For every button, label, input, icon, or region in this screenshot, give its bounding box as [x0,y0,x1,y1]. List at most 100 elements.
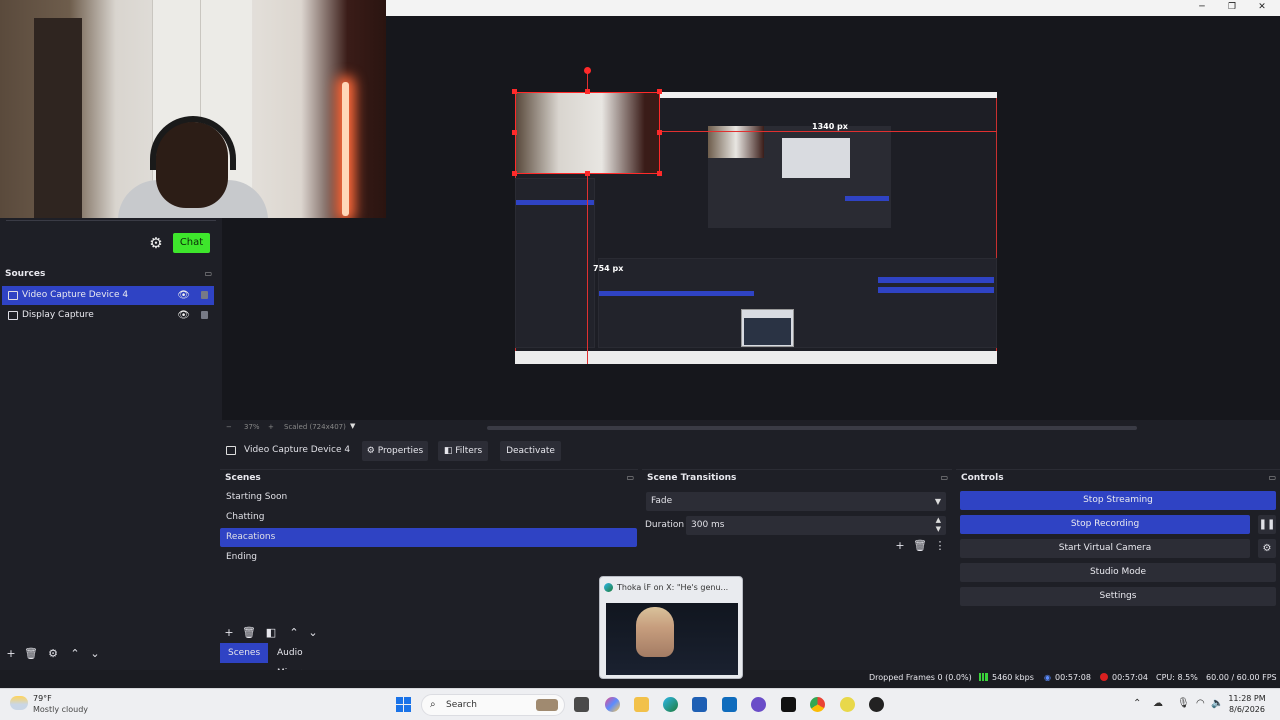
gear-icon[interactable]: ⚙ [1258,539,1276,558]
search-placeholder: Search [446,700,477,710]
task-view-icon[interactable] [574,697,589,712]
start-virtual-camera-button[interactable]: Start Virtual Camera [960,539,1250,558]
copilot-icon[interactable] [605,697,620,712]
scale-label: Scaled (724x407) [284,423,346,431]
store-icon[interactable] [692,697,707,712]
duration-input[interactable]: 300 ms ▲ ▼ [686,516,946,535]
stop-streaming-button[interactable]: Stop Streaming [960,491,1276,510]
norton-icon[interactable] [840,697,855,712]
close-button[interactable]: ✕ [1250,1,1274,14]
move-down-icon[interactable]: ⌄ [88,647,102,661]
visibility-eye-icon[interactable]: 👁 [177,306,190,325]
outlook-icon[interactable] [722,697,737,712]
scene-item-ending[interactable]: Ending [220,548,637,567]
remove-scene-icon[interactable]: 🗑 [242,626,256,640]
windows-start-icon[interactable] [396,697,412,713]
chrome-icon[interactable] [810,697,825,712]
settings-button[interactable]: Settings [960,587,1276,606]
move-down-icon[interactable]: ⌄ [306,626,320,640]
onedrive-icon[interactable]: ☁ [1153,698,1163,709]
move-up-icon[interactable]: ⌃ [68,647,82,661]
window-titlebar: ─ ❐ ✕ [386,0,1280,16]
studio-mode-button[interactable]: Studio Mode [960,563,1276,582]
source-settings-icon[interactable]: ⚙ [46,647,60,661]
weather-description[interactable]: Mostly cloudy [33,705,88,714]
zoom-in-icon[interactable]: + [268,423,274,431]
scene-item-reacations[interactable]: Reacations [220,528,637,547]
zoom-level: 37% [244,423,260,431]
resize-handle-l[interactable] [512,130,517,135]
resize-handle-br[interactable] [657,171,662,176]
source-item-display-capture[interactable]: Display Capture 👁 [2,306,214,325]
terminal-icon[interactable] [781,697,796,712]
resize-handle-bl[interactable] [512,171,517,176]
stop-recording-button[interactable]: Stop Recording [960,515,1250,534]
filter-icon: ◧ [443,446,456,456]
zoom-out-icon[interactable]: − [226,423,232,431]
taskbar-preview-popup[interactable]: Thoka ἱF on X: "He's genu... [599,576,743,679]
add-transition-icon[interactable]: + [893,539,907,553]
microphone-icon[interactable]: 🎙 [1177,698,1190,709]
undock-icon[interactable]: ▭ [940,470,948,486]
webcam-overlay-window[interactable] [0,0,386,218]
scene-filter-icon[interactable]: ◧ [264,626,278,640]
popup-title: Thoka ἱF on X: "He's genu... [604,583,740,592]
transitions-title: Scene Transitions [647,473,737,483]
obs-icon[interactable] [869,697,884,712]
maximize-button[interactable]: ❐ [1220,1,1244,14]
selected-source-bounds[interactable] [515,92,660,174]
minimize-button[interactable]: ─ [1190,1,1214,14]
filters-label: Filters [455,446,483,456]
filters-button[interactable]: ◧ Filters [438,441,488,461]
weather-icon[interactable] [10,696,28,710]
pause-recording-icon[interactable]: ❚❚ [1258,515,1276,534]
resize-handle-tr[interactable] [657,89,662,94]
context-source-name: Video Capture Device 4 [244,445,351,455]
tab-audio-mixer[interactable]: Audio Mixer [269,643,311,678]
resize-handle-tl[interactable] [512,89,517,94]
spinner-icon[interactable]: ▲ ▼ [936,516,941,534]
transition-select[interactable]: Fade ▼ [646,492,946,511]
resize-handle-t[interactable] [585,89,590,94]
resize-handle-r[interactable] [657,130,662,135]
add-scene-icon[interactable]: + [222,626,236,640]
source-context-bar: Video Capture Device 4 ⚙ Properties ◧ Fi… [222,438,1280,464]
scene-item-chatting[interactable]: Chatting [220,508,637,527]
taskbar-search[interactable]: ⌕ Search [421,694,565,716]
move-up-icon[interactable]: ⌃ [287,626,301,640]
chat-button[interactable]: Chat [173,233,210,253]
add-source-icon[interactable]: + [4,647,18,661]
remove-source-icon[interactable]: 🗑 [24,647,38,661]
rotation-handle[interactable] [584,67,591,74]
edge-icon[interactable] [663,697,678,712]
more-options-icon[interactable]: ⋮ [933,539,947,553]
gear-icon[interactable]: ⚙ [146,234,166,252]
scene-item-starting-soon[interactable]: Starting Soon [220,488,637,507]
width-guide-line [660,131,997,132]
source-item-video-capture[interactable]: Video Capture Device 4 👁 [2,286,214,305]
thumbnail-face [636,607,674,657]
discord-icon[interactable] [751,697,766,712]
nested-mini-window [782,138,850,178]
chevron-up-icon[interactable]: ⌃ [1133,698,1141,709]
file-explorer-icon[interactable] [634,697,649,712]
remove-transition-icon[interactable]: 🗑 [913,539,927,553]
lock-icon[interactable] [201,311,208,319]
preview-scrollbar[interactable] [487,426,1137,430]
zoom-dropdown-icon[interactable]: ▼ [350,422,355,430]
undock-icon[interactable]: ▭ [626,470,634,486]
stream-time: 00:57:08 [1054,673,1091,682]
weather-temperature[interactable]: 79°F [33,694,52,703]
sources-title: Sources [5,269,46,279]
lock-icon[interactable] [201,291,208,299]
undock-icon[interactable]: ▭ [1268,470,1276,486]
wifi-icon[interactable]: ◠ [1196,698,1205,709]
undock-icon[interactable]: ▭ [204,266,212,282]
tab-scenes[interactable]: Scenes [220,643,269,663]
resize-handle-b[interactable] [585,171,590,176]
system-clock[interactable]: 11:28 PM 8/6/2026 [1222,693,1272,715]
visibility-eye-icon[interactable]: 👁 [177,286,190,305]
width-label: 1340 px [812,122,848,131]
deactivate-button[interactable]: Deactivate [500,441,561,461]
properties-button[interactable]: ⚙ Properties [362,441,428,461]
